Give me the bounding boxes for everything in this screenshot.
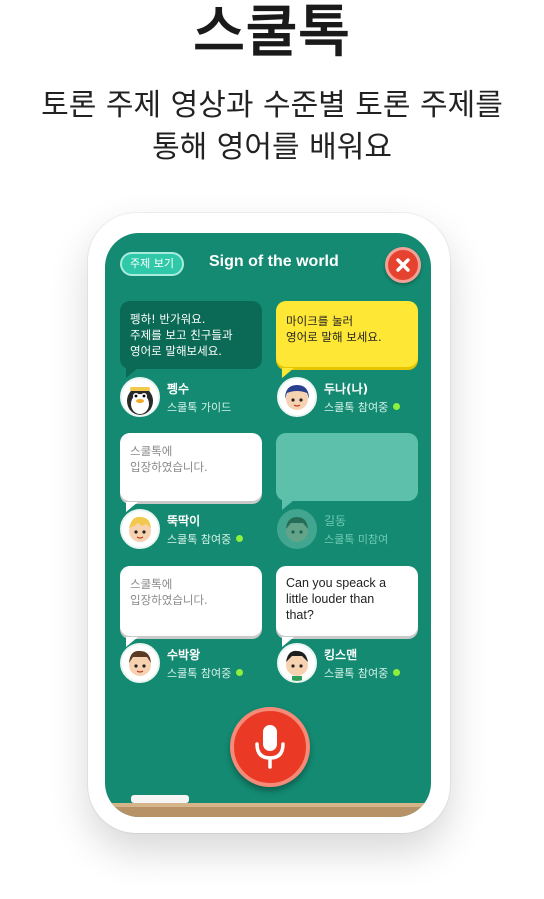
avatar xyxy=(120,377,160,417)
bubble-line: 주제를 보고 친구들과 xyxy=(130,328,233,342)
user-status: 스쿨톡 참여중 xyxy=(167,531,244,547)
boy-avatar-icon xyxy=(286,517,308,542)
user-status: 스쿨톡 참여중 xyxy=(167,665,244,681)
user-card-kingsman[interactable]: 킹스맨 스쿨톡 참여중 xyxy=(277,643,427,687)
user-name: 킹스맨 xyxy=(324,648,358,662)
screen-title: Sign of the world xyxy=(209,253,339,270)
bubble-line: 스쿨톡에 xyxy=(130,444,173,458)
bubble-line: 입장하였습니다. xyxy=(130,593,208,607)
chat-message-bubble: Can you speack a little louder than that… xyxy=(276,566,418,647)
mic-hint-bubble: 마이크를 눌러 영어로 말해 보세요. xyxy=(276,301,418,378)
user-name: 뚝딱이 xyxy=(167,514,201,528)
top-bar: 주제 보기 Sign of the world xyxy=(105,233,431,295)
bubble-line: 펭하! 반가워요. xyxy=(130,312,206,326)
close-button[interactable] xyxy=(385,247,421,283)
boy-avatar-icon xyxy=(286,650,308,681)
join-message-bubble: 스쿨톡에 입장하였습니다. xyxy=(120,433,262,512)
view-topic-button[interactable]: 주제 보기 xyxy=(120,252,184,276)
avatar xyxy=(277,509,317,549)
user-name: 수박왕 xyxy=(167,648,201,662)
user-status-text: 스쿨톡 참여중 xyxy=(324,401,389,414)
bubble-line: that? xyxy=(286,608,314,622)
bubble-line: little louder than xyxy=(286,592,375,606)
boy-avatar-icon xyxy=(129,516,151,542)
user-name: 펭수 xyxy=(167,382,190,396)
penguin-avatar-icon xyxy=(127,387,153,415)
bubble-line: 스쿨톡에 xyxy=(130,577,173,591)
close-x-icon xyxy=(396,258,410,272)
user-card-gildong[interactable]: 길동 스쿨톡 미참여 xyxy=(277,509,427,553)
user-name: 길동 xyxy=(324,514,347,528)
avatar xyxy=(277,377,317,417)
user-status: 스쿨톡 가이드 xyxy=(167,401,232,414)
chalkboard-ledge xyxy=(105,803,431,817)
bubble-line: 마이크를 눌러 xyxy=(286,314,354,328)
user-card-pengsoo[interactable]: 펭수 스쿨톡 가이드 xyxy=(120,377,270,421)
girl-avatar-icon xyxy=(285,385,309,410)
online-indicator xyxy=(393,669,401,676)
bubble-line: 영어로 말해 보세요. xyxy=(286,330,382,344)
user-status: 스쿨톡 참여중 xyxy=(324,665,401,681)
avatar xyxy=(120,643,160,683)
user-status: 스쿨톡 미참여 xyxy=(324,533,389,546)
user-status-text: 스쿨톡 참여중 xyxy=(324,667,389,680)
hero-subtitle-line1: 토론 주제 영상과 수준별 토론 주제를 xyxy=(41,88,503,123)
hero-subtitle-line2: 통해 영어를 배워요 xyxy=(152,130,392,165)
microphone-button[interactable] xyxy=(230,707,310,787)
bubble-line: 영어로 말해보세요. xyxy=(130,344,222,358)
chalk-piece xyxy=(131,795,189,803)
avatar xyxy=(120,509,160,549)
bubble-line: 입장하였습니다. xyxy=(130,460,208,474)
online-indicator xyxy=(236,535,244,542)
empty-message-bubble xyxy=(276,433,418,510)
hero-title: 스쿨톡 xyxy=(193,0,351,65)
boy-avatar-icon xyxy=(129,650,151,676)
chat-screen: 주제 보기 Sign of the world 펭하! 반가워요. 주제를 보고… xyxy=(105,233,431,817)
user-status-text: 스쿨톡 참여중 xyxy=(167,533,232,546)
bubble-line: Can you speack a xyxy=(286,576,387,590)
user-status: 스쿨톡 참여중 xyxy=(324,399,401,415)
microphone-icon xyxy=(255,725,285,769)
user-card-subakwang[interactable]: 수박왕 스쿨톡 참여중 xyxy=(120,643,270,687)
guide-message-bubble: 펭하! 반가워요. 주제를 보고 친구들과 영어로 말해보세요. xyxy=(120,301,262,378)
user-card-ttukttaki[interactable]: 뚝딱이 스쿨톡 참여중 xyxy=(120,509,270,553)
user-card-duna[interactable]: 두나(나) 스쿨톡 참여중 xyxy=(277,377,427,421)
avatar xyxy=(277,643,317,683)
online-indicator xyxy=(236,669,244,676)
online-indicator xyxy=(393,403,401,410)
user-status-text: 스쿨톡 참여중 xyxy=(167,667,232,680)
user-name: 두나(나) xyxy=(324,382,369,396)
join-message-bubble: 스쿨톡에 입장하였습니다. xyxy=(120,566,262,647)
